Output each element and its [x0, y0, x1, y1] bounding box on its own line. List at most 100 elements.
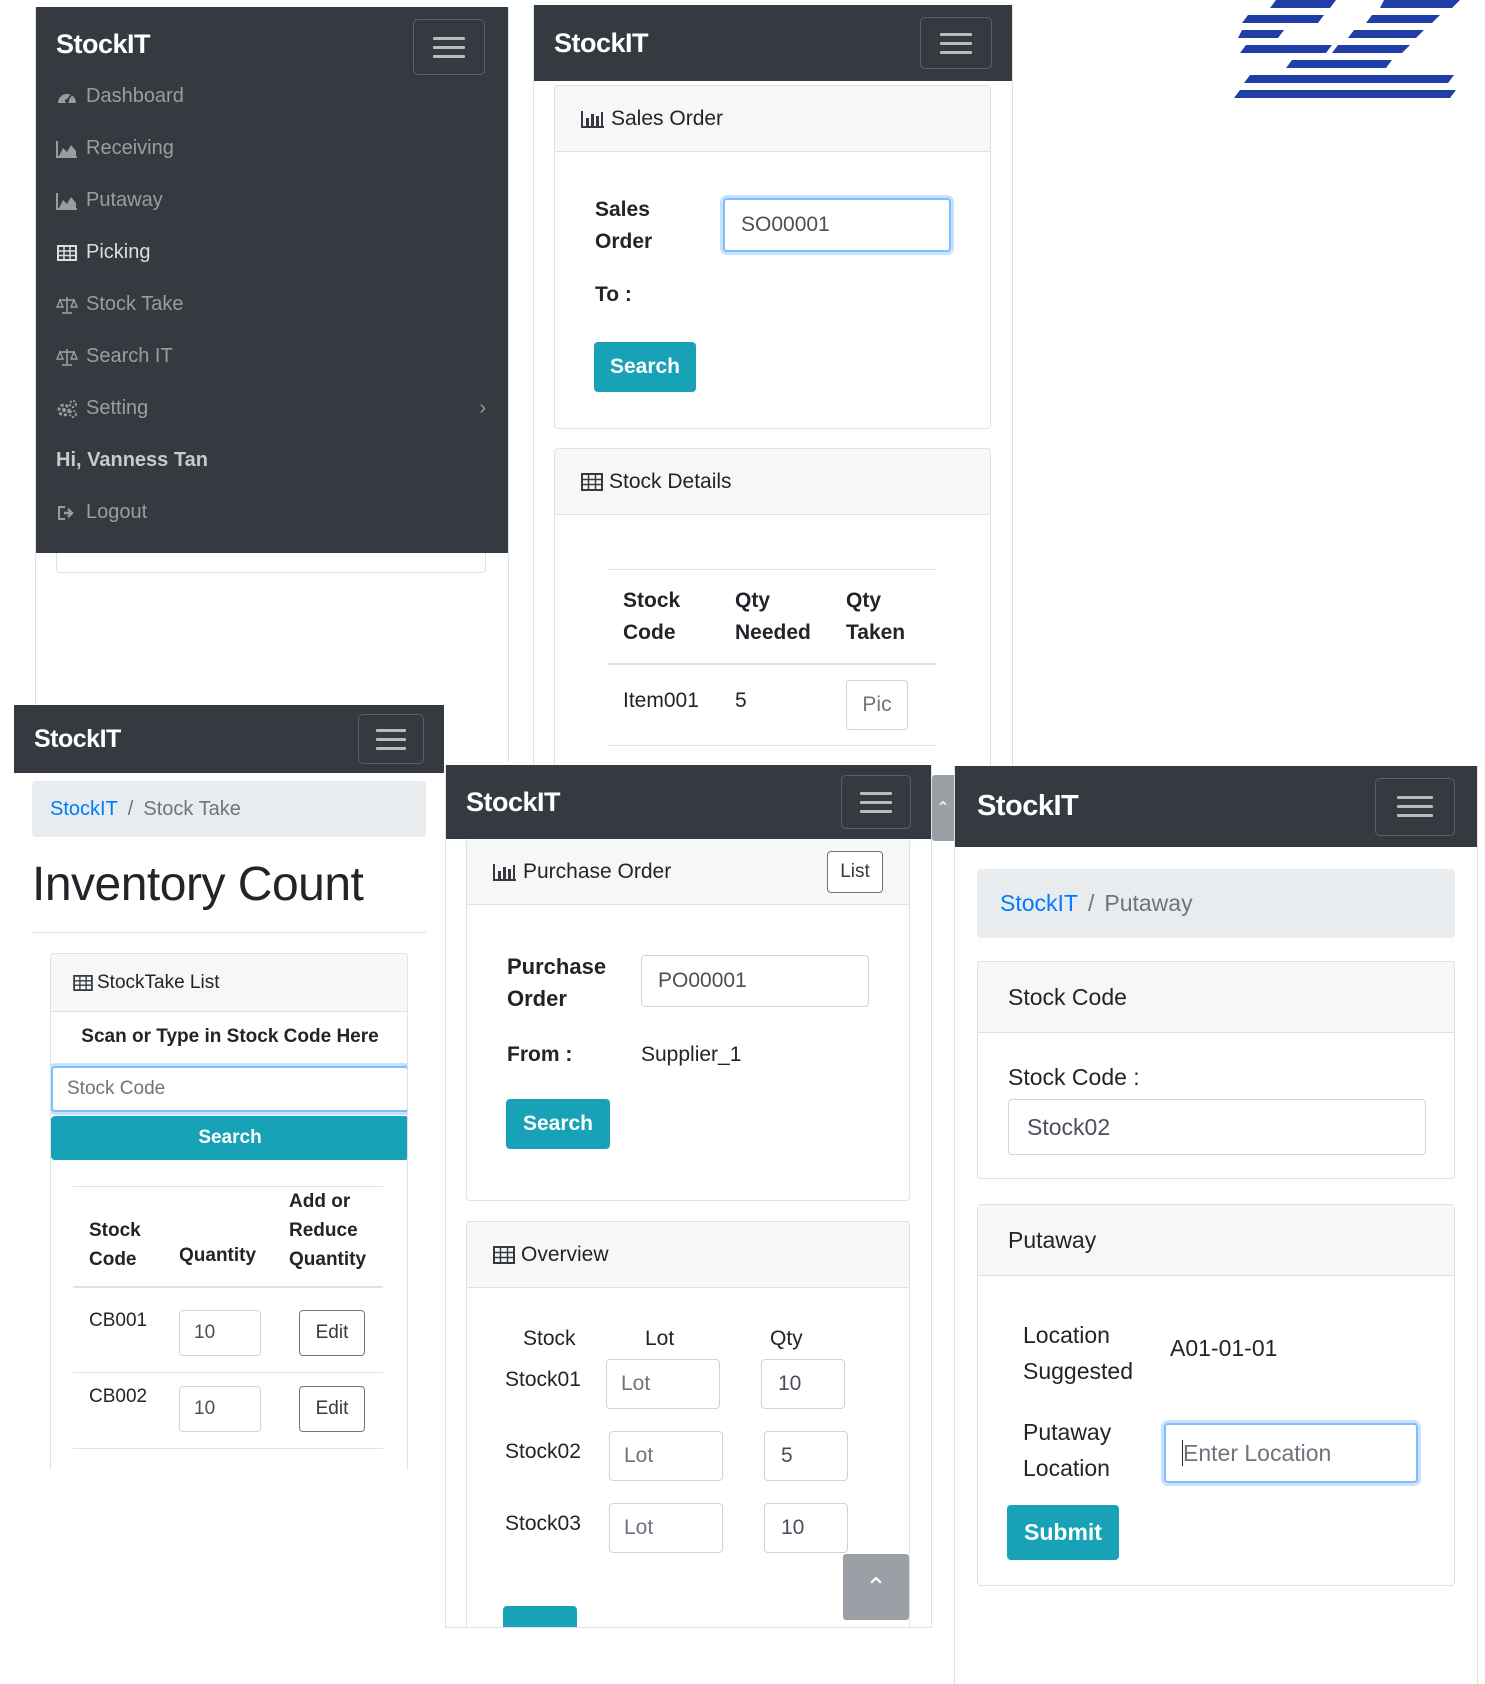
column-header: Qty Needed: [735, 589, 811, 644]
scroll-to-top-button[interactable]: ⌃: [932, 775, 954, 841]
stock-code-input[interactable]: Stock02: [1008, 1099, 1426, 1155]
submit-button[interactable]: Submit: [1007, 1505, 1119, 1560]
table-cell: Stock02: [505, 1440, 581, 1463]
menu-toggle-button[interactable]: [841, 775, 911, 829]
edit-button[interactable]: Edit: [299, 1310, 365, 1356]
menu-item-picking[interactable]: Picking: [56, 241, 150, 264]
sales-order-input[interactable]: SO00001: [723, 198, 951, 252]
submit-button-partial[interactable]: [503, 1606, 577, 1627]
putaway-card: Putaway Location Suggested A01-01-01 Puta…: [977, 1204, 1455, 1586]
menu-label: Stock Take: [86, 293, 184, 315]
lot-input[interactable]: Lot: [609, 1503, 723, 1553]
lot-input[interactable]: Lot: [609, 1431, 723, 1481]
field-label: Location Suggested: [1023, 1322, 1133, 1384]
column-header: Qty Taken: [846, 589, 906, 644]
card-edge: [56, 553, 486, 573]
qty-input[interactable]: 10: [761, 1359, 845, 1409]
menu-toggle-button[interactable]: [1375, 777, 1455, 836]
menu-toggle-button[interactable]: [920, 17, 992, 69]
menu-item-search-it[interactable]: Search IT: [56, 345, 173, 368]
qty-input[interactable]: 10: [764, 1503, 848, 1553]
menu-item-stock-take[interactable]: Stock Take: [56, 293, 183, 316]
breadcrumb-home-link[interactable]: StockIT: [1000, 890, 1078, 917]
brand[interactable]: StockIT: [56, 29, 151, 60]
breadcrumb-home-link[interactable]: StockIT: [50, 798, 118, 821]
table-cell: CB002: [89, 1386, 148, 1407]
sales-order-panel: StockIT Sales Order Sales Order SO00001 …: [533, 5, 1013, 770]
sales-order-card: Sales Order Sales Order SO00001 To : Sea…: [554, 85, 991, 429]
brand[interactable]: StockIT: [554, 28, 649, 59]
menu-label: Search IT: [86, 345, 173, 367]
table-cell: 5: [735, 689, 747, 712]
quantity-input[interactable]: 10: [179, 1310, 261, 1356]
breadcrumb-separator: /: [1087, 890, 1095, 916]
menu-label: Picking: [86, 241, 151, 263]
menu-label: Dashboard: [86, 85, 184, 107]
page-title: Inventory Count: [32, 858, 364, 911]
qty-input[interactable]: 5: [764, 1431, 848, 1481]
table-row-border: [73, 1448, 383, 1449]
scroll-to-top-button[interactable]: ⌃: [843, 1554, 909, 1620]
card-title: Sales Order: [611, 106, 724, 130]
edit-button[interactable]: Edit: [299, 1386, 365, 1432]
menu-toggle-button[interactable]: [413, 19, 485, 75]
menu-item-logout[interactable]: Logout: [56, 501, 147, 524]
brand[interactable]: StockIT: [977, 790, 1079, 823]
card-header: Stock Code: [978, 962, 1454, 1033]
quantity-input[interactable]: 10: [179, 1386, 261, 1432]
gears-icon: [57, 399, 77, 418]
field-label: Purchase Order: [507, 954, 607, 1011]
column-header: Stock: [523, 1327, 576, 1350]
field-label: Putaway Location: [1023, 1419, 1112, 1481]
card-header: StockTake List: [51, 954, 407, 1012]
putaway-panel: StockIT StockIT / Putaway Stock Code Sto…: [954, 766, 1478, 1684]
card-title: Purchase Order: [523, 859, 672, 883]
stock-code-input[interactable]: Stock Code: [51, 1066, 407, 1112]
menu-toggle-button[interactable]: [358, 714, 424, 764]
user-greeting: Hi, Vanness Tan: [56, 449, 208, 471]
list-button[interactable]: List: [827, 851, 883, 893]
putaway-location-input[interactable]: Enter Location: [1164, 1423, 1418, 1483]
menu-item-setting[interactable]: Setting ›: [56, 397, 486, 420]
brand[interactable]: StockIT: [466, 787, 561, 818]
breadcrumb-current: Putaway: [1104, 890, 1193, 916]
table-header-border: [73, 1286, 383, 1288]
chevron-up-icon: ⌃: [865, 1571, 887, 1602]
stocktake-list-card: StockTake List Scan or Type in Stock Cod…: [50, 953, 408, 1470]
navbar: StockIT: [446, 765, 931, 839]
table-row-border: [73, 1372, 383, 1373]
area-chart-icon: [56, 140, 77, 158]
navbar: StockIT: [955, 766, 1477, 847]
menu-item-dashboard[interactable]: Dashboard: [56, 85, 184, 108]
lot-input[interactable]: Lot: [606, 1359, 720, 1409]
table-cell: Item001: [623, 689, 699, 712]
menu-label: Setting: [86, 397, 149, 419]
table-cell: Stock03: [505, 1512, 581, 1535]
pick-button[interactable]: Pic: [846, 680, 908, 730]
search-button[interactable]: Search: [51, 1116, 407, 1160]
breadcrumb: StockIT / Putaway: [977, 869, 1455, 938]
menu-item-receiving[interactable]: Receiving: [56, 137, 174, 160]
scan-label: Scan or Type in Stock Code Here: [81, 1026, 379, 1047]
bar-chart-icon: [493, 863, 516, 881]
from-label: From :: [507, 1043, 573, 1066]
search-button[interactable]: Search: [594, 342, 696, 392]
column-header: Qty: [770, 1327, 803, 1350]
stock-details-card: Stock Details Stock Code Qty Needed Qty Tak…: [554, 448, 991, 770]
search-button[interactable]: Search: [506, 1099, 610, 1149]
chevron-right-icon: ›: [479, 397, 486, 419]
field-label: Stock Code :: [1008, 1064, 1140, 1090]
brand[interactable]: StockIT: [34, 725, 121, 754]
purchase-order-input[interactable]: PO00001: [641, 955, 869, 1007]
card-header: Overview: [467, 1222, 909, 1288]
table-row-border: [607, 745, 937, 746]
navbar: StockIT: [534, 5, 1012, 81]
breadcrumb: StockIT / Stock Take: [32, 781, 426, 837]
menu-item-putaway[interactable]: Putaway: [56, 189, 163, 212]
menu-panel: StockIT Dashboard Receiving Putaway Pick…: [35, 7, 509, 762]
card-header: Stock Details: [555, 449, 990, 515]
card-header: Putaway: [978, 1205, 1454, 1276]
to-label: To :: [595, 283, 632, 306]
table-icon: [493, 1245, 515, 1264]
column-header: Quantity: [179, 1245, 257, 1266]
